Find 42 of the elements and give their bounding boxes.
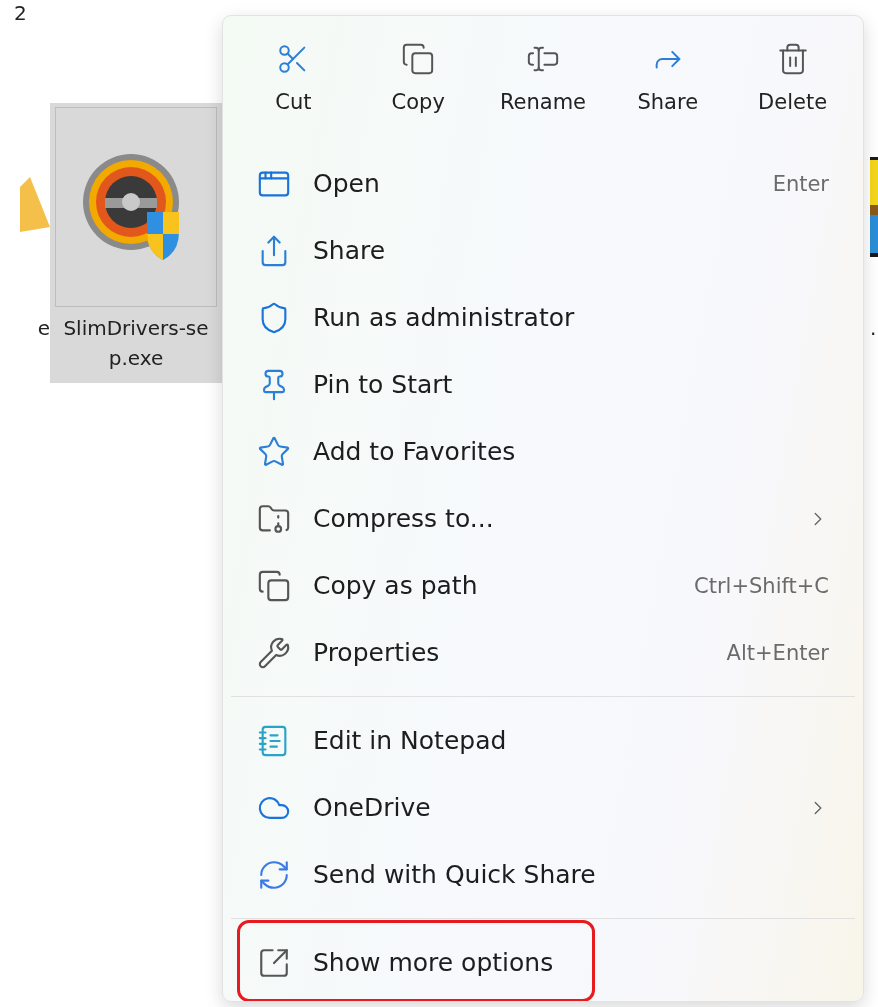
menu-item[interactable]: Add to Favorites	[223, 418, 863, 485]
menu-item-label: Edit in Notepad	[313, 726, 508, 755]
menu-item-label: Copy as path	[313, 571, 479, 600]
file-name: p.exe	[108, 345, 164, 372]
menu-item-label: Pin to Start	[313, 370, 454, 399]
menu-item[interactable]: Edit in Notepad	[223, 707, 863, 774]
menu-item[interactable]: Properties Alt+Enter	[223, 619, 863, 686]
toolbar-icon	[401, 42, 436, 76]
menu-item[interactable]: Open Enter	[223, 150, 863, 217]
menu-item-icon	[257, 568, 291, 603]
menu-item[interactable]: Send with Quick Share	[223, 841, 863, 908]
menu-item[interactable]: Run as administrator	[223, 284, 863, 351]
toolbar-button[interactable]: Copy	[355, 38, 481, 118]
shortcut-text: Alt+Enter	[726, 640, 829, 665]
file-name: 2	[13, 0, 28, 24]
menu-item-label: Open	[313, 169, 381, 198]
menu-item-label: Run as administrator	[313, 303, 576, 332]
shortcut-text: Ctrl+Shift+C	[694, 573, 829, 598]
menu-item-label: Share	[313, 236, 387, 265]
file-name: SlimDrivers-se	[63, 315, 209, 342]
menu-item-icon	[257, 434, 291, 469]
selected-file-tile[interactable]: SlimDrivers-se p.exe	[50, 103, 222, 383]
menu-item-label: Send with Quick Share	[313, 860, 597, 889]
file-name: e	[37, 315, 50, 342]
menu-item-label: Properties	[313, 638, 441, 667]
menu-item[interactable]: Show more options	[223, 929, 863, 996]
menu-item-label: Add to Favorites	[313, 437, 517, 466]
menu-item[interactable]: Compress to...	[223, 485, 863, 552]
shortcut-text: Enter	[772, 171, 829, 196]
menu-item-label: OneDrive	[313, 793, 432, 822]
menu-item-label: Compress to...	[313, 504, 495, 533]
menu-item[interactable]: Copy as path Ctrl+Shift+C	[223, 552, 863, 619]
menu-item-icon	[257, 635, 291, 670]
menu-item[interactable]: Pin to Start	[223, 351, 863, 418]
toolbar-button[interactable]: Share	[605, 38, 731, 118]
menu-item[interactable]: Share	[223, 217, 863, 284]
file-name: .	[870, 315, 877, 342]
toolbar-button[interactable]: Delete	[730, 38, 855, 118]
menu-item-label: Show more options	[313, 948, 555, 977]
toolbar-button[interactable]: Cut	[231, 38, 356, 118]
toolbar-button[interactable]: Rename	[480, 38, 606, 118]
menu-item[interactable]: OneDrive	[223, 774, 863, 841]
